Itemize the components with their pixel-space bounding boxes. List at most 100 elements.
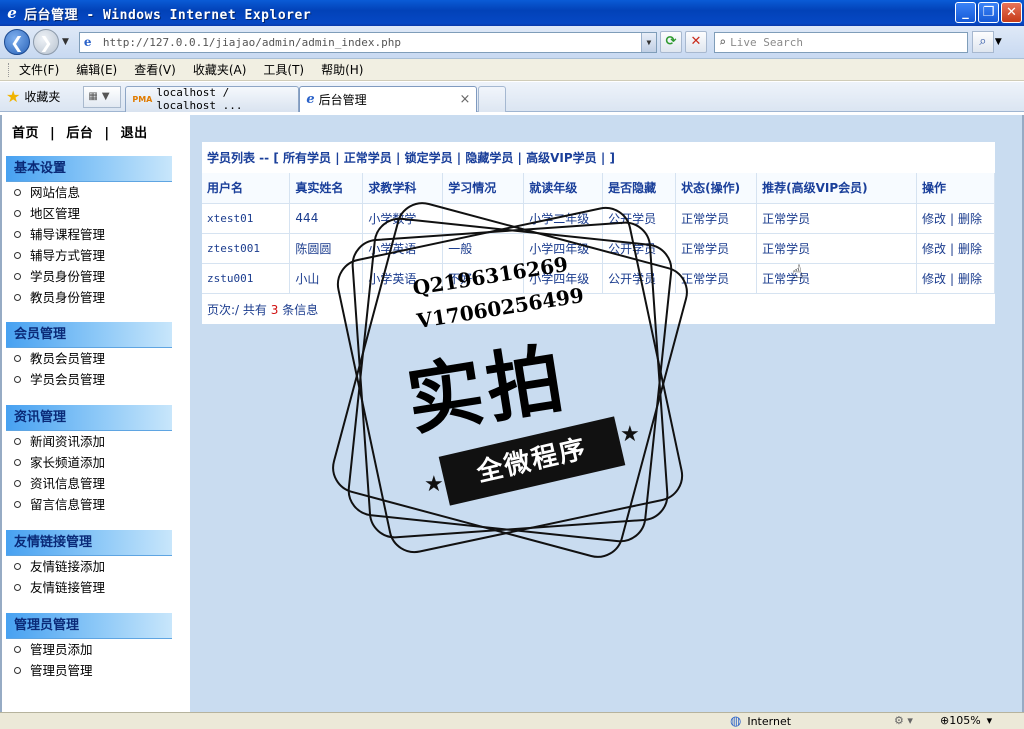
- search-input[interactable]: ⌕ Live Search: [713, 31, 968, 53]
- search-go-button[interactable]: ⌕: [971, 31, 994, 53]
- cell-username: xtest01: [202, 203, 291, 234]
- window-controls: _ ❐ ✕: [955, 2, 1022, 23]
- refresh-button[interactable]: ⟳: [659, 31, 682, 53]
- cell-status-link[interactable]: 正常学员: [675, 233, 758, 264]
- cell-grade: 小学四年级: [523, 233, 604, 264]
- maximize-button[interactable]: ❐: [978, 2, 999, 23]
- cell-actions: 修改 | 删除: [916, 203, 996, 234]
- tab-list-dropdown-icon[interactable]: ▼: [102, 91, 110, 102]
- bullet-icon: [14, 189, 21, 196]
- menu-help[interactable]: 帮助(H): [321, 61, 363, 78]
- tab-close-icon[interactable]: ×: [459, 92, 470, 107]
- search-placeholder: Live Search: [730, 35, 804, 49]
- cell-study-status: 一般: [442, 233, 525, 264]
- nav-item[interactable]: 资讯信息管理: [6, 473, 172, 494]
- zoom-dropdown-icon[interactable]: ▾: [987, 714, 993, 727]
- nav-item-label: 网站信息: [30, 185, 81, 200]
- bullet-icon: [14, 563, 21, 570]
- cell-recommend-link[interactable]: 正常学员: [756, 203, 917, 234]
- cell-subject: 小学数学: [362, 203, 444, 234]
- delete-link[interactable]: 删除: [958, 272, 982, 286]
- table-row: ztest001 陈圆圆 小学英语 一般 小学四年级 公开学员 正常学员 正常学…: [202, 233, 996, 264]
- nav-item[interactable]: 教员会员管理: [6, 348, 172, 369]
- cell-realname: 444: [289, 203, 364, 234]
- menu-file[interactable]: 文件(F): [19, 61, 59, 78]
- forward-button[interactable]: ❯: [33, 29, 59, 55]
- section-title: 资讯管理: [6, 405, 172, 431]
- nav-item[interactable]: 友情链接添加: [6, 556, 172, 577]
- nav-item[interactable]: 友情链接管理: [6, 577, 172, 598]
- minimize-button[interactable]: _: [955, 2, 976, 23]
- filter-separator: |: [456, 151, 462, 165]
- top-links: 首页 | 后台 | 退出: [12, 122, 154, 141]
- filter-locked-students[interactable]: 锁定学员: [405, 151, 453, 165]
- new-tab-button[interactable]: [478, 85, 507, 112]
- nav-item[interactable]: 管理员管理: [6, 660, 172, 681]
- search-options-dropdown-icon[interactable]: ▼: [995, 37, 1002, 47]
- cell-subject: 小学英语: [362, 233, 444, 264]
- nav-item[interactable]: 辅导方式管理: [6, 245, 172, 266]
- cell-recommend-link[interactable]: 正常学员: [756, 263, 917, 294]
- nav-item[interactable]: 管理员添加: [6, 639, 172, 660]
- menu-tools[interactable]: 工具(T): [263, 61, 304, 78]
- nav-item[interactable]: 家长频道添加: [6, 452, 172, 473]
- cell-study-status: 不好: [442, 263, 525, 294]
- table-row: xtest01 444 小学数学 小学二年级 公开学员 正常学员 正常学员 修改…: [202, 203, 996, 234]
- address-dropdown-icon[interactable]: ▼: [640, 32, 656, 52]
- backend-link[interactable]: 后台: [66, 126, 93, 141]
- pager: 页次:/ 共有 3 条信息: [207, 301, 318, 318]
- nav-item[interactable]: 网站信息: [6, 182, 172, 203]
- home-link[interactable]: 首页: [12, 126, 39, 141]
- filter-hidden-students[interactable]: 隐藏学员: [465, 151, 513, 165]
- nav-item[interactable]: 学员身份管理: [6, 266, 172, 287]
- quick-tabs-button[interactable]: ▦ ▼: [83, 85, 122, 108]
- cell-status-link[interactable]: 正常学员: [675, 263, 758, 294]
- nav-item-label: 留言信息管理: [30, 497, 106, 512]
- zoom-control[interactable]: ⊕ 105% ▾: [940, 714, 992, 727]
- close-button[interactable]: ✕: [1001, 2, 1022, 23]
- nav-item[interactable]: 辅导课程管理: [6, 224, 172, 245]
- bullet-icon: [14, 584, 21, 591]
- column-header: 推荐(高级VIP会员): [756, 173, 917, 204]
- address-input[interactable]: e http://127.0.0.1/jiajao/admin/admin_in…: [78, 31, 657, 53]
- nav-item[interactable]: 新闻资讯添加: [6, 431, 172, 452]
- column-header: 是否隐藏: [602, 173, 677, 204]
- nav-item[interactable]: 教员身份管理: [6, 287, 172, 308]
- tab-admin[interactable]: e 后台管理 ×: [299, 85, 478, 112]
- nav-item-label: 管理员添加: [30, 642, 93, 657]
- table-header-row: 用户名 真实姓名 求教学科 学习情况 就读年级 是否隐藏 状态(操作) 推荐(高…: [202, 173, 996, 204]
- separator: |: [50, 126, 56, 141]
- column-header: 真实姓名: [289, 173, 364, 204]
- menu-edit[interactable]: 编辑(E): [76, 61, 117, 78]
- cell-recommend-link[interactable]: 正常学员: [756, 233, 917, 264]
- nav-item[interactable]: 学员会员管理: [6, 369, 172, 390]
- tab-phpmyadmin[interactable]: PMA localhost / localhost ...: [125, 85, 300, 112]
- edit-link[interactable]: 修改: [922, 242, 946, 256]
- section-friend-links: 友情链接管理 友情链接添加 友情链接管理: [6, 530, 172, 598]
- cell-realname: 小山: [289, 263, 364, 294]
- filter-vip-students[interactable]: 高级VIP学员: [526, 151, 597, 165]
- edit-link[interactable]: 修改: [922, 272, 946, 286]
- student-table: 用户名 真实姓名 求教学科 学习情况 就读年级 是否隐藏 状态(操作) 推荐(高…: [202, 173, 996, 294]
- delete-link[interactable]: 删除: [958, 242, 982, 256]
- edit-link[interactable]: 修改: [922, 212, 946, 226]
- menu-favorites[interactable]: 收藏夹(A): [193, 61, 247, 78]
- nav-item[interactable]: 留言信息管理: [6, 494, 172, 515]
- cell-status-link[interactable]: 正常学员: [675, 203, 758, 234]
- delete-link[interactable]: 删除: [958, 212, 982, 226]
- menu-view[interactable]: 查看(V): [134, 61, 176, 78]
- back-button[interactable]: ❮: [4, 29, 30, 55]
- filter-normal-students[interactable]: 正常学员: [344, 151, 392, 165]
- zone-label: Internet: [747, 715, 792, 728]
- cell-study-status: [442, 203, 525, 234]
- favorites-button[interactable]: ★ 收藏夹: [6, 87, 60, 106]
- bullet-icon: [14, 252, 21, 259]
- pager-count: 3: [270, 303, 279, 317]
- stop-button[interactable]: ✕: [684, 31, 707, 53]
- logout-link[interactable]: 退出: [121, 126, 148, 141]
- recent-pages-dropdown-icon[interactable]: ▼: [62, 37, 69, 47]
- list-title-prefix: 学员列表 -- [: [207, 151, 279, 165]
- ie-logo-icon: e: [7, 4, 17, 22]
- nav-item[interactable]: 地区管理: [6, 203, 172, 224]
- filter-all-students[interactable]: 所有学员: [283, 151, 331, 165]
